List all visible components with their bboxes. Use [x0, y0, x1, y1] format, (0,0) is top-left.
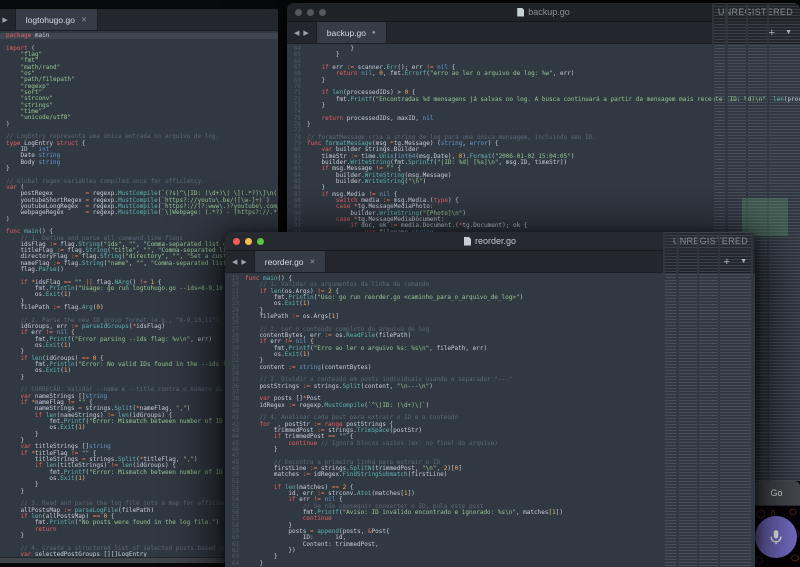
tab-label: reorder.go: [265, 257, 304, 267]
close-tab-icon[interactable]: ✕: [310, 258, 316, 266]
tab-nav-arrows: ◀ ▶: [225, 251, 255, 272]
nav-forward-icon[interactable]: ▶: [241, 258, 246, 266]
zoom-window-button[interactable]: [257, 238, 264, 245]
window-title: reorder.go: [475, 236, 516, 246]
document-icon: [517, 8, 524, 17]
nav-back-icon[interactable]: ◀: [232, 258, 237, 266]
go-key-button[interactable]: Go: [753, 481, 800, 506]
traffic-lights: [295, 3, 326, 21]
traffic-lights: [233, 232, 264, 250]
window-reorder: reorder.go UNREGISTERED ◀ ▶ reorder.go ✕…: [225, 232, 755, 567]
nav-back-icon[interactable]: ◀: [294, 29, 299, 37]
code-line: 29 webpageRegex = regexp.MustCompile(`\|…: [0, 210, 278, 216]
tab-logtohugo[interactable]: logtohugo.go ✕: [16, 9, 98, 30]
nav-forward-icon[interactable]: ▶: [303, 29, 308, 37]
tab-label: backup.go: [327, 28, 366, 38]
close-window-button[interactable]: [233, 238, 240, 245]
close-tab-icon[interactable]: ✕: [81, 16, 87, 24]
tab-reorder[interactable]: reorder.go ✕: [255, 251, 327, 272]
microphone-icon: [767, 528, 785, 546]
zoom-window-button[interactable]: [319, 9, 326, 16]
window-title: backup.go: [528, 7, 570, 17]
flower-artwork: [753, 506, 800, 567]
tab-nav-arrows: ◀ ▶: [287, 22, 317, 43]
tab-backup[interactable]: backup.go ●: [317, 22, 387, 43]
close-window-button[interactable]: [295, 9, 302, 16]
nav-forward-icon[interactable]: ▶: [2, 16, 7, 24]
minimap-viewport: [742, 198, 788, 236]
mic-button[interactable]: [755, 516, 797, 558]
tabbar-logtohugo: ◀ ▶ logtohugo.go ✕: [0, 9, 278, 31]
line-number: 64: [225, 561, 245, 567]
minimap-reorder[interactable]: [663, 232, 753, 567]
go-key-label: Go: [770, 488, 782, 498]
document-icon: [464, 237, 471, 246]
voice-assistant-panel: Go: [753, 481, 800, 567]
minimize-window-button[interactable]: [307, 9, 314, 16]
tab-nav-arrows: ◀ ▶: [0, 9, 16, 30]
modified-dot-icon: ●: [372, 30, 376, 36]
minimize-window-button[interactable]: [245, 238, 252, 245]
tab-label: logtohugo.go: [26, 15, 75, 25]
